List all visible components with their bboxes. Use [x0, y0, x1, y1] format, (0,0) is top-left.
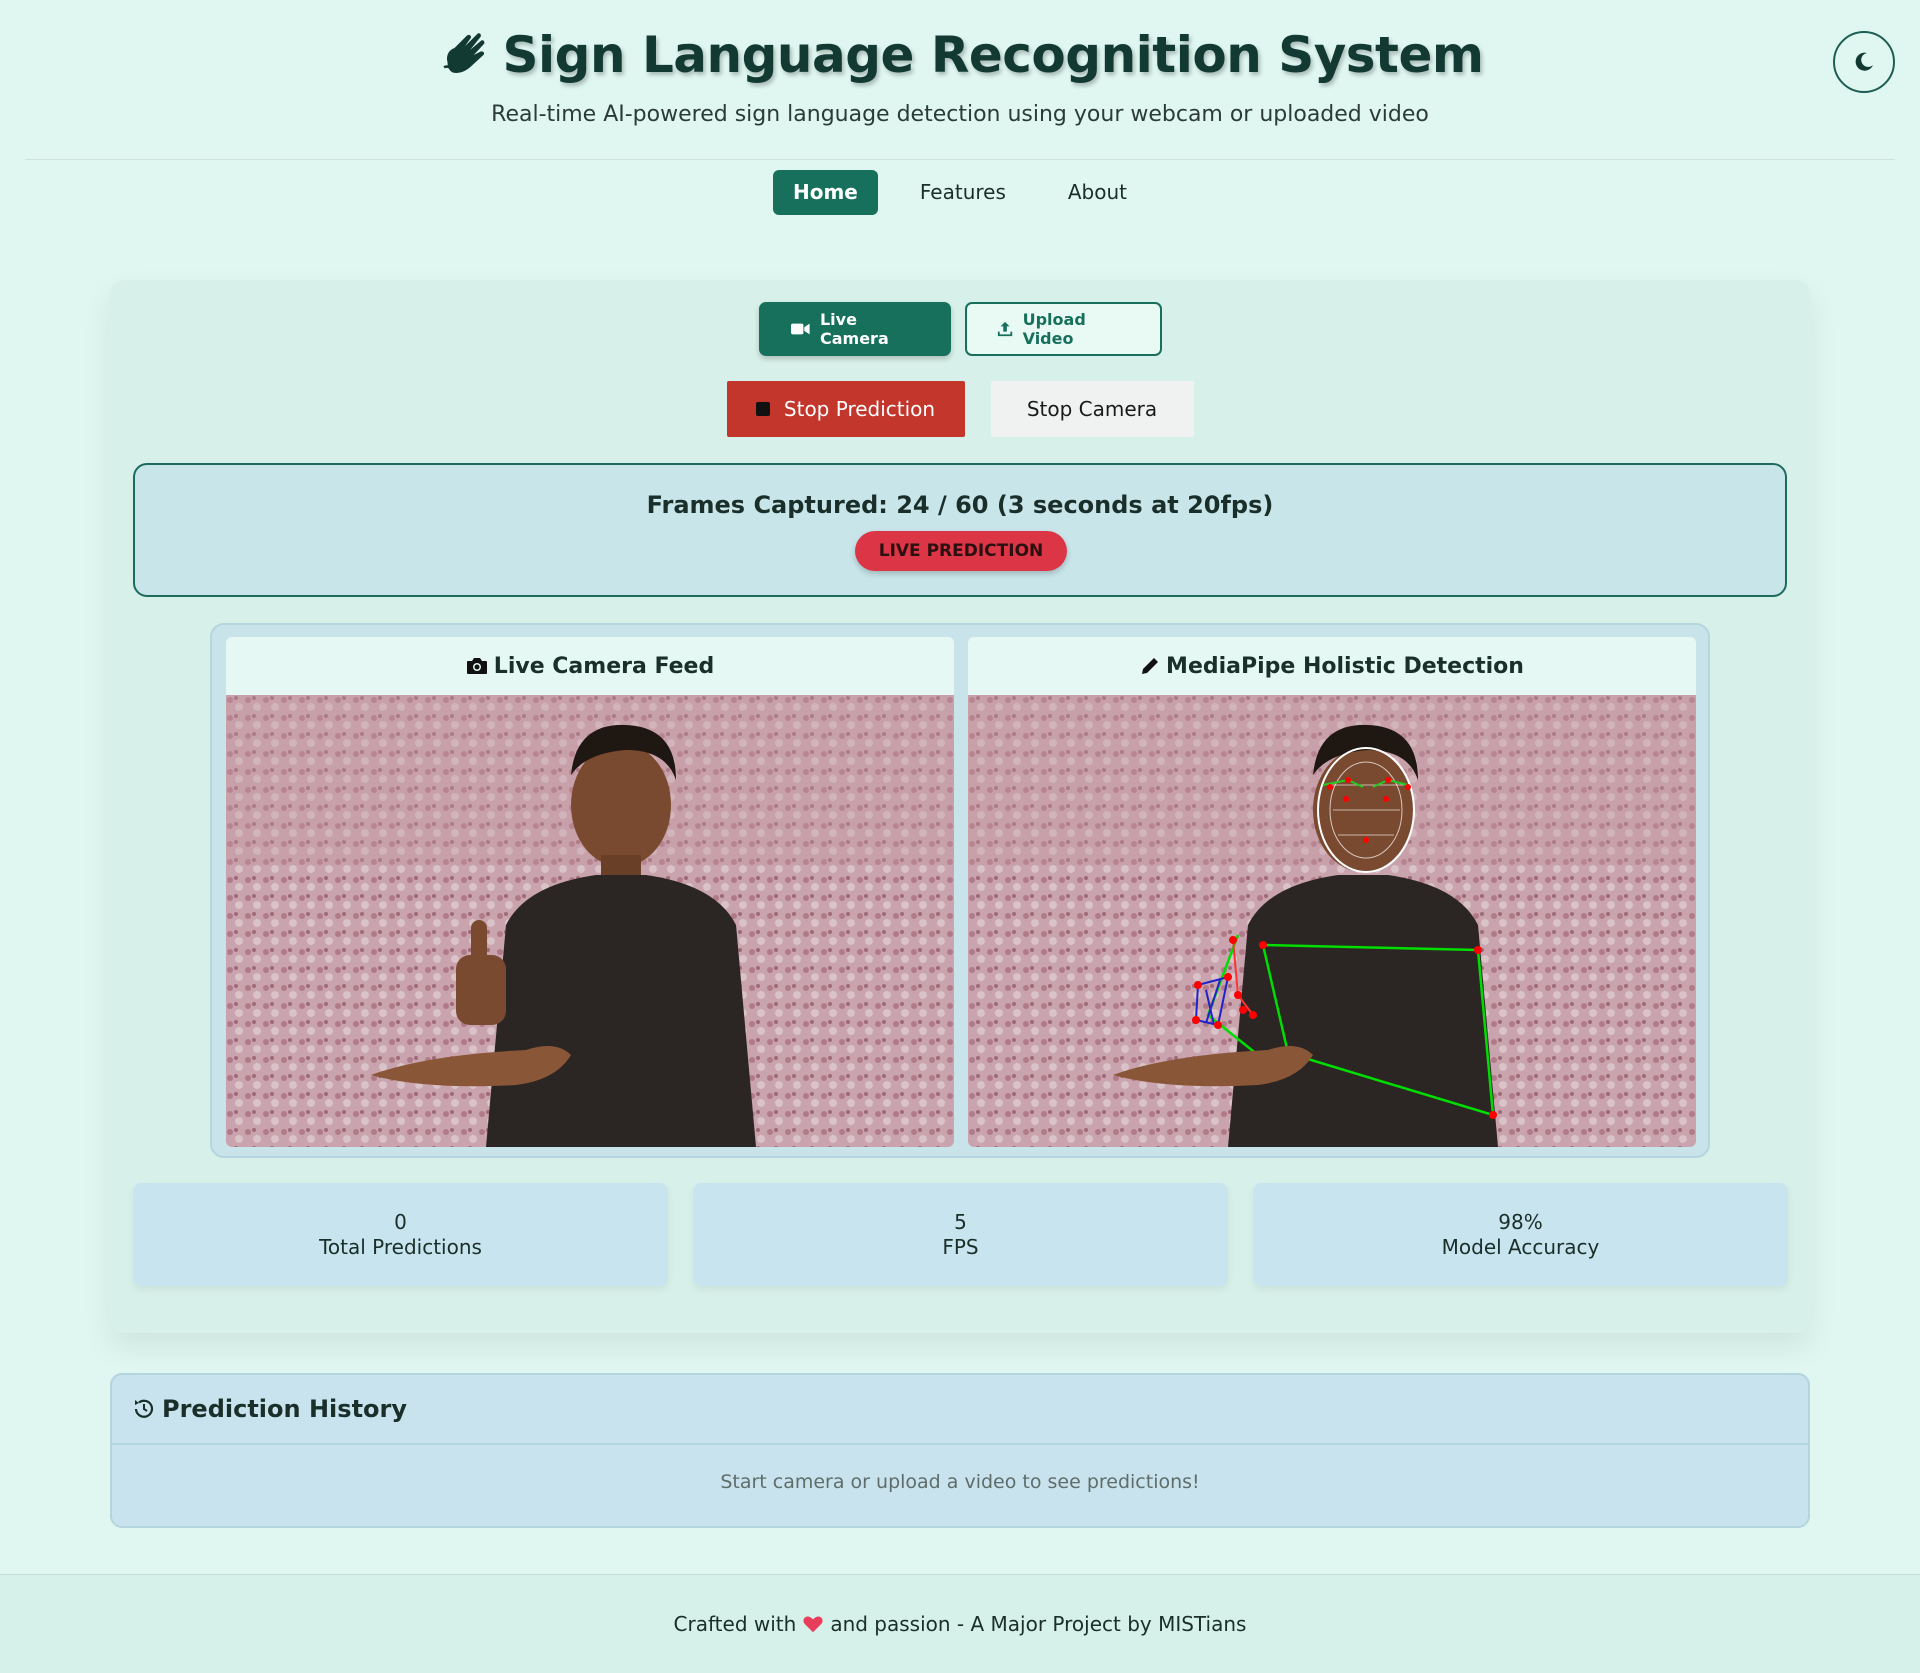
stop-camera-label: Stop Camera — [1026, 397, 1158, 421]
live-camera-button[interactable]: Live Camera — [758, 302, 951, 356]
sign-language-hand-icon — [442, 33, 484, 73]
theme-toggle-button[interactable] — [1833, 31, 1895, 93]
upload-video-label: Upload Video — [1022, 310, 1086, 348]
title-wrap: Sign Language Recognition System — [0, 26, 1920, 84]
nav-about[interactable]: About — [1048, 170, 1147, 215]
nav-features[interactable]: Features — [900, 170, 1026, 215]
stop-icon — [755, 402, 770, 416]
main-nav: Home Features About — [0, 170, 1920, 215]
holistic-detection-image — [968, 695, 1696, 1147]
stat-value: 5 — [954, 1209, 967, 1234]
video-camera-icon — [790, 323, 810, 335]
live-camera-feed: Live Camera Feed — [226, 637, 954, 1147]
stat-model-accuracy: 98% Model Accuracy — [1253, 1183, 1788, 1286]
upload-video-button[interactable]: Upload Video — [964, 302, 1162, 356]
stat-fps: 5 FPS — [693, 1183, 1228, 1286]
pencil-icon — [1142, 658, 1159, 674]
header-divider — [25, 159, 1895, 160]
stat-label: FPS — [942, 1234, 979, 1259]
stat-value: 0 — [394, 1209, 407, 1234]
live-camera-label: Live Camera — [819, 310, 889, 348]
stat-label: Model Accuracy — [1441, 1234, 1600, 1259]
page-subtitle: Real-time AI-powered sign language detec… — [491, 102, 1429, 127]
live-feed-title: Live Camera Feed — [493, 653, 715, 679]
history-title: Prediction History — [162, 1395, 408, 1423]
prediction-history: Prediction History Start camera or uploa… — [110, 1373, 1810, 1528]
moon-icon — [1855, 52, 1873, 71]
live-feed-header: Live Camera Feed — [226, 637, 954, 695]
stop-prediction-label: Stop Prediction — [783, 397, 936, 421]
nav-home[interactable]: Home — [772, 170, 878, 215]
history-icon — [134, 1399, 154, 1418]
page-footer: Crafted with and passion - A Major Proje… — [0, 1574, 1920, 1673]
holistic-detection-feed: MediaPipe Holistic Detection — [968, 637, 1696, 1147]
live-prediction-badge: LIVE PREDICTION — [855, 531, 1067, 571]
footer-text-before: Crafted with — [673, 1612, 797, 1636]
video-panel: Live Camera Feed MediaPipe Holistic Dete… — [210, 623, 1710, 1158]
stop-prediction-button[interactable]: Stop Prediction — [726, 381, 965, 437]
footer-text-after: and passion - A Major Project by MISTian… — [830, 1612, 1247, 1636]
action-buttons: Stop Prediction Stop Camera — [0, 381, 1920, 437]
live-camera-image — [226, 695, 954, 1147]
history-header: Prediction History — [112, 1375, 1808, 1445]
holistic-feed-title: MediaPipe Holistic Detection — [1166, 653, 1524, 679]
stat-value: 98% — [1498, 1209, 1543, 1234]
camera-icon — [466, 658, 487, 674]
stop-camera-button[interactable]: Stop Camera — [990, 381, 1194, 437]
page-title: Sign Language Recognition System — [502, 26, 1484, 84]
upload-icon — [997, 321, 1012, 337]
frames-panel: Frames Captured: 24 / 60 (3 seconds at 2… — [133, 463, 1787, 597]
frames-captured-text: Frames Captured: 24 / 60 (3 seconds at 2… — [646, 491, 1274, 519]
stat-label: Total Predictions — [319, 1234, 482, 1259]
stat-total-predictions: 0 Total Predictions — [133, 1183, 668, 1286]
history-empty-text: Start camera or upload a video to see pr… — [720, 1471, 1200, 1493]
holistic-feed-header: MediaPipe Holistic Detection — [968, 637, 1696, 695]
page-header: Sign Language Recognition System Real-ti… — [0, 0, 1920, 160]
mode-buttons: Live Camera Upload Video — [0, 302, 1920, 356]
heart-icon — [803, 1616, 823, 1633]
